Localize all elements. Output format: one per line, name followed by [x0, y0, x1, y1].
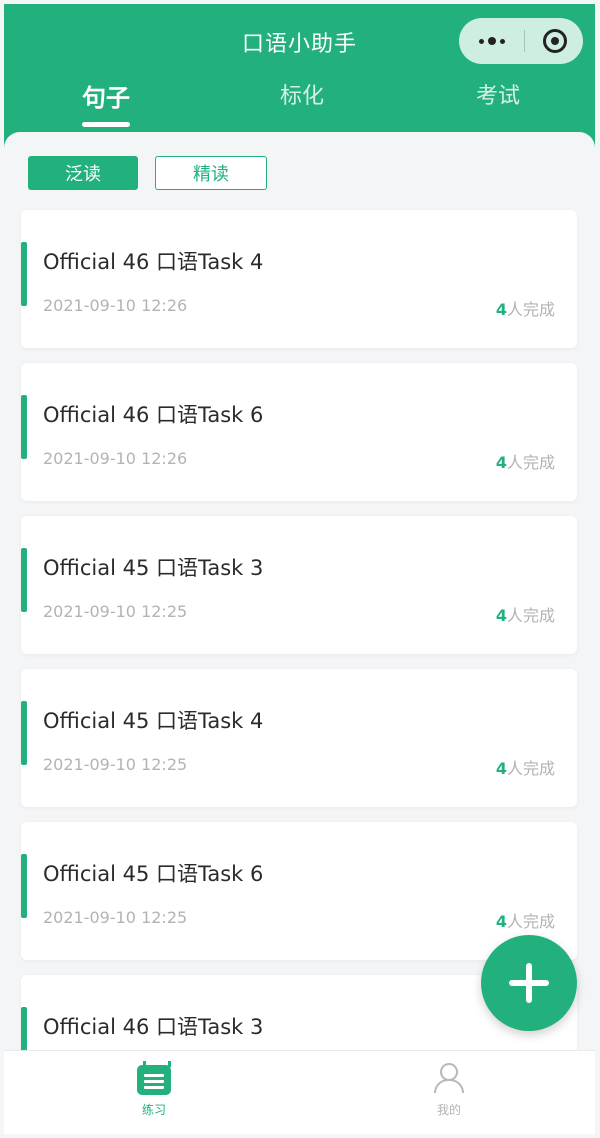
filter-intensive-reading[interactable]: 精读 [155, 156, 267, 190]
count-suffix: 人完成 [506, 912, 555, 931]
count-number: 4 [495, 912, 507, 931]
capsule-divider [523, 30, 525, 52]
item-title: Official 46 口语Task 4 [43, 250, 264, 274]
active-tab-indicator [82, 122, 130, 127]
count-suffix: 人完成 [506, 453, 555, 472]
count-number: 4 [495, 606, 507, 625]
completion-count: 4人完成 [496, 449, 555, 473]
tab-exam[interactable]: 考试 [438, 78, 558, 110]
list-item[interactable]: Official 46 口语Task 6 2021-09-10 12:26 4人… [21, 363, 577, 501]
completion-count: 4人完成 [496, 602, 555, 626]
count-number: 4 [495, 759, 507, 778]
accent-bar [21, 395, 27, 459]
accent-bar [21, 548, 27, 612]
tabbar-item-mine[interactable]: 我的 [389, 1061, 509, 1118]
tab-standardized[interactable]: 标化 [242, 78, 362, 110]
item-timestamp: 2021-09-10 12:25 [43, 755, 188, 774]
completion-count: 4人完成 [496, 908, 555, 932]
list-item[interactable]: Official 46 口语Task 4 2021-09-10 12:26 4人… [21, 210, 577, 348]
count-suffix: 人完成 [506, 759, 555, 778]
count-number: 4 [495, 453, 507, 472]
accent-bar [21, 701, 27, 765]
accent-bar [21, 854, 27, 918]
tabbar-item-practice[interactable]: 练习 [94, 1061, 214, 1118]
bottom-tabbar: 练习 我的 [4, 1050, 595, 1134]
item-title: Official 45 口语Task 3 [43, 556, 264, 580]
tabbar-label-mine: 我的 [436, 1103, 461, 1117]
item-title: Official 45 口语Task 6 [43, 862, 264, 886]
app-screen: 口语小助手 句子 标化 考试 泛读 精读 Official 46 口语Task … [4, 4, 595, 1134]
tabbar-label-practice: 练习 [141, 1103, 166, 1117]
item-timestamp: 2021-09-10 12:25 [43, 908, 188, 927]
count-suffix: 人完成 [506, 606, 555, 625]
filter-extensive-reading[interactable]: 泛读 [28, 156, 138, 190]
target-close-icon[interactable] [543, 29, 567, 53]
completion-count: 4人完成 [496, 296, 555, 320]
list-item[interactable]: Official 45 口语Task 3 2021-09-10 12:25 4人… [21, 516, 577, 654]
completion-count: 4人完成 [496, 755, 555, 779]
list-item[interactable]: Official 45 口语Task 6 2021-09-10 12:25 4人… [21, 822, 577, 960]
user-icon [431, 1061, 467, 1095]
accent-bar [21, 242, 27, 306]
mini-program-capsule [459, 18, 583, 64]
more-dots-icon[interactable] [479, 37, 505, 45]
item-title: Official 46 口语Task 6 [43, 403, 264, 427]
item-timestamp: 2021-09-10 12:25 [43, 602, 188, 621]
item-title: Official 45 口语Task 4 [43, 709, 264, 733]
item-timestamp: 2021-09-10 12:26 [43, 296, 188, 315]
add-button[interactable] [481, 935, 577, 1031]
item-title: Official 46 口语Task 3 [43, 1015, 264, 1039]
tab-sentences[interactable]: 句子 [46, 78, 166, 113]
count-suffix: 人完成 [506, 300, 555, 319]
calendar-icon [137, 1061, 171, 1095]
item-timestamp: 2021-09-10 12:26 [43, 449, 188, 468]
count-number: 4 [495, 300, 507, 319]
list-item[interactable]: Official 45 口语Task 4 2021-09-10 12:25 4人… [21, 669, 577, 807]
